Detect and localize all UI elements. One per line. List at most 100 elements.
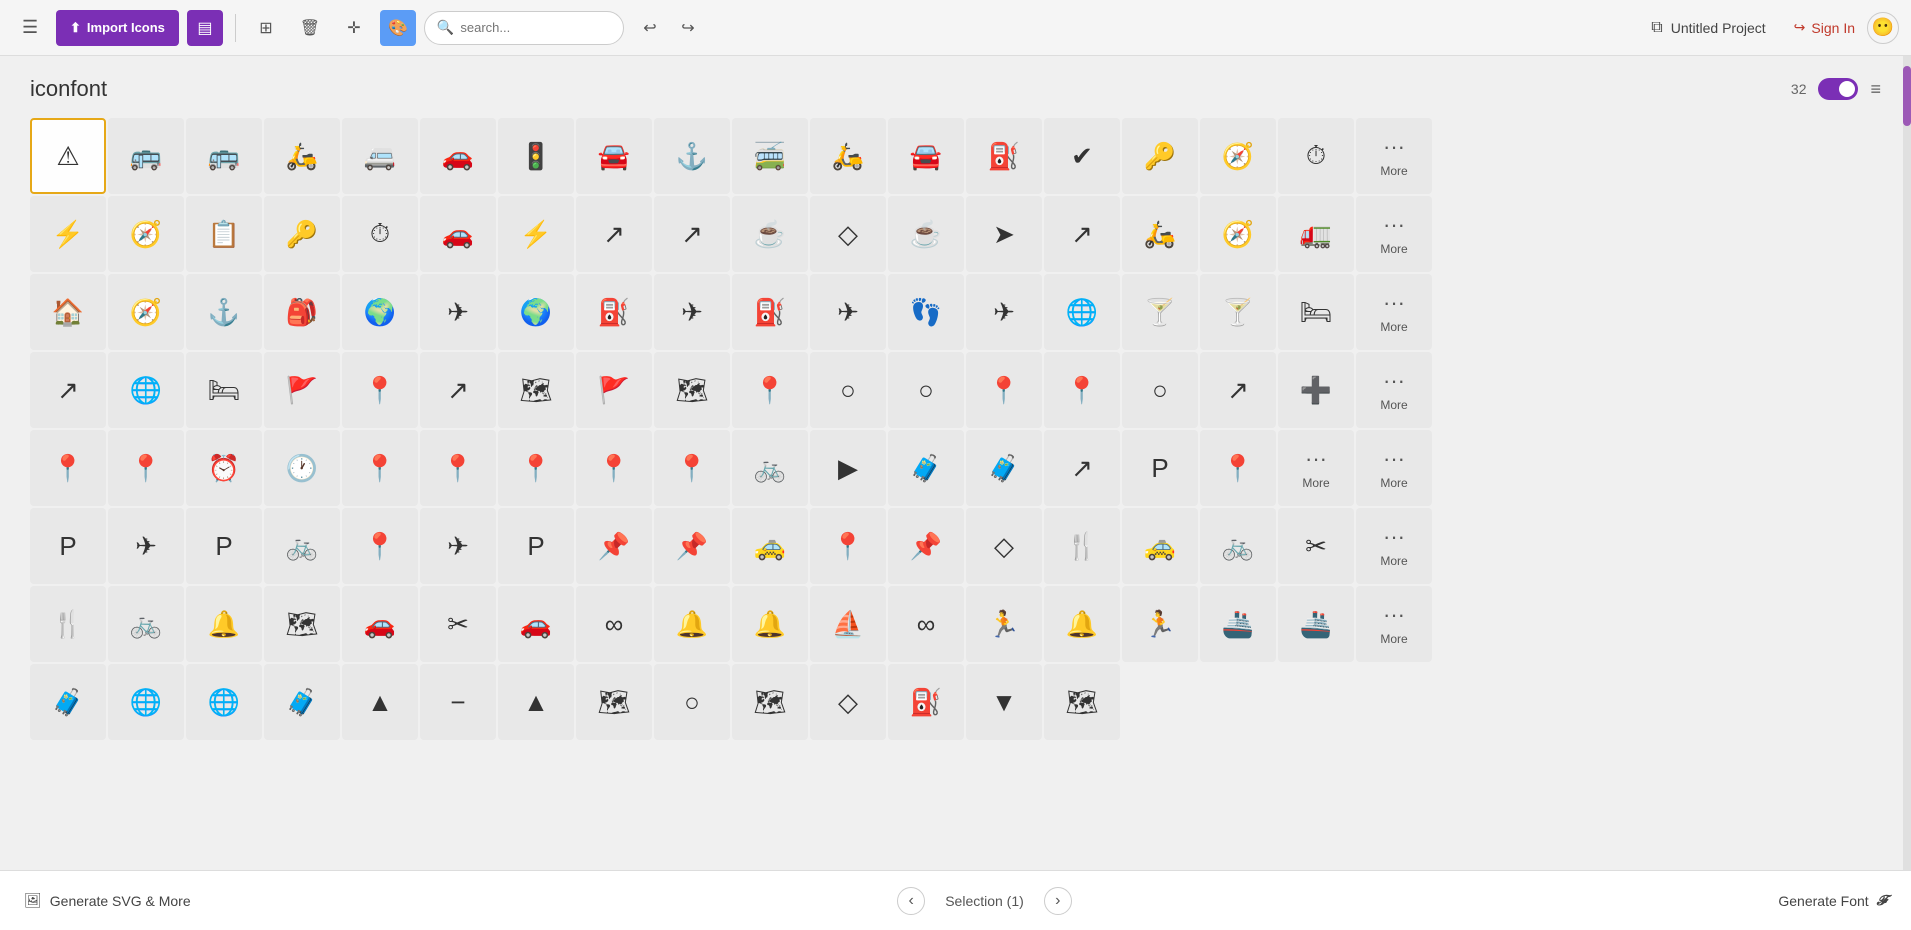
library-button[interactable]: ▤ [187, 10, 223, 46]
icon-cell[interactable]: 🚲 [264, 508, 340, 584]
icon-cell[interactable]: ∞ [576, 586, 652, 662]
icon-cell[interactable]: 🚩 [576, 352, 652, 428]
icon-cell[interactable]: 📍 [342, 508, 418, 584]
scrollbar[interactable] [1903, 56, 1911, 870]
project-name[interactable]: Untitled Project [1671, 20, 1766, 36]
icon-cell[interactable]: 🚘 [576, 118, 652, 194]
icon-cell[interactable]: 🧭 [1200, 118, 1276, 194]
icon-cell[interactable]: 📍 [30, 430, 106, 506]
icon-cell[interactable]: 🗺 [654, 352, 730, 428]
icon-cell[interactable]: 📍 [108, 430, 184, 506]
icon-cell[interactable]: 🔔 [654, 586, 730, 662]
next-arrow[interactable]: › [1044, 887, 1072, 915]
more-tile[interactable]: ··· More [1356, 430, 1432, 506]
icon-cell[interactable]: 🚦 [498, 118, 574, 194]
icon-cell[interactable]: 🛵 [1122, 196, 1198, 272]
icon-cell[interactable]: 🚲 [108, 586, 184, 662]
icon-cell[interactable]: ⛽ [732, 274, 808, 350]
icon-cell[interactable]: ↗ [1044, 196, 1120, 272]
icon-cell[interactable]: ↗ [30, 352, 106, 428]
icon-cell[interactable]: ✈ [108, 508, 184, 584]
icon-cell[interactable]: ⏱ [1278, 118, 1354, 194]
icon-cell[interactable]: ∞ [888, 586, 964, 662]
icon-cell[interactable]: 📍 [1200, 430, 1276, 506]
icon-cell[interactable]: 🗺 [732, 664, 808, 740]
icon-cell[interactable]: 📍 [342, 352, 418, 428]
icon-cell[interactable]: 🍸 [1200, 274, 1276, 350]
grid-menu-icon[interactable]: ≡ [1870, 79, 1881, 100]
signin-button[interactable]: ↪ Sign In [1794, 19, 1855, 36]
icon-cell[interactable]: ○ [654, 664, 730, 740]
icon-cell[interactable]: ⚡ [498, 196, 574, 272]
icon-cell[interactable]: 🧳 [30, 664, 106, 740]
icon-cell[interactable]: 🧳 [966, 430, 1042, 506]
icon-cell[interactable]: ▼ [966, 664, 1042, 740]
icon-cell[interactable]: 🌍 [342, 274, 418, 350]
more-tile[interactable]: ··· More [1356, 586, 1432, 662]
icon-cell[interactable]: ☕ [732, 196, 808, 272]
icon-cell[interactable]: 🚲 [1200, 508, 1276, 584]
icon-cell[interactable]: ○ [1122, 352, 1198, 428]
icon-cell[interactable]: 🍴 [30, 586, 106, 662]
icon-cell[interactable]: ✈ [420, 274, 496, 350]
icon-cell[interactable]: 🛏 [1278, 274, 1354, 350]
generate-svg-section[interactable]: 🖼 Generate SVG & More [0, 871, 215, 930]
redo-button[interactable]: ↪ [670, 10, 706, 46]
icon-cell[interactable]: ⏰ [186, 430, 262, 506]
icon-cell[interactable]: ✈ [654, 274, 730, 350]
undo-button[interactable]: ↩ [632, 10, 668, 46]
icon-cell[interactable]: 🌐 [1044, 274, 1120, 350]
move-button[interactable]: ✛ [336, 10, 372, 46]
icon-cell[interactable]: 🚘 [888, 118, 964, 194]
icon-cell[interactable]: 🧳 [264, 664, 340, 740]
icon-cell[interactable]: ✈ [420, 508, 496, 584]
icon-cell[interactable]: 🗺 [264, 586, 340, 662]
icon-cell[interactable]: 📍 [654, 430, 730, 506]
icon-cell[interactable]: 🗺 [1044, 664, 1120, 740]
icon-cell[interactable]: ▶ [810, 430, 886, 506]
icon-cell[interactable]: ○ [888, 352, 964, 428]
more-tile[interactable]: ··· More [1356, 196, 1432, 272]
icon-cell[interactable]: 📍 [420, 430, 496, 506]
prev-arrow[interactable]: ‹ [897, 887, 925, 915]
icon-cell[interactable]: 🛵 [264, 118, 340, 194]
icon-cell[interactable]: ⚠ [30, 118, 106, 194]
icon-cell[interactable]: 🚗 [420, 118, 496, 194]
more-tile[interactable]: ··· More [1356, 508, 1432, 584]
icon-cell[interactable]: 📌 [888, 508, 964, 584]
icon-cell[interactable]: 🏠 [30, 274, 106, 350]
icon-cell[interactable]: 🚌 [108, 118, 184, 194]
icon-cell[interactable]: P [498, 508, 574, 584]
icon-cell[interactable]: 🚛 [1278, 196, 1354, 272]
icon-cell[interactable]: ✔ [1044, 118, 1120, 194]
icon-cell[interactable]: 📍 [576, 430, 652, 506]
icon-cell[interactable]: ⚓ [186, 274, 262, 350]
icon-cell[interactable]: ↗ [576, 196, 652, 272]
icon-cell[interactable]: 🌐 [108, 352, 184, 428]
search-input[interactable] [460, 20, 611, 35]
icon-cell[interactable]: 🚢 [1278, 586, 1354, 662]
icon-cell[interactable]: ✈ [966, 274, 1042, 350]
menu-button[interactable]: ☰ [12, 10, 48, 46]
icon-cell[interactable]: 🚗 [420, 196, 496, 272]
import-icons-button[interactable]: ⬆ Import Icons [56, 10, 179, 46]
icon-cell[interactable]: ↗ [654, 196, 730, 272]
avatar[interactable]: 😶 [1867, 12, 1899, 44]
icon-cell[interactable]: ◇ [810, 196, 886, 272]
color-button[interactable]: 🎨 [380, 10, 416, 46]
icon-cell[interactable]: 🎒 [264, 274, 340, 350]
icon-cell[interactable]: 📍 [810, 508, 886, 584]
icon-cell[interactable]: 📍 [342, 430, 418, 506]
icon-cell[interactable]: ✈ [810, 274, 886, 350]
icon-cell[interactable]: 🔔 [1044, 586, 1120, 662]
icon-cell[interactable]: ○ [810, 352, 886, 428]
icon-cell[interactable]: ⚓ [654, 118, 730, 194]
icon-cell[interactable]: ↗ [1200, 352, 1276, 428]
icon-cell[interactable]: ⛽ [576, 274, 652, 350]
icon-cell[interactable]: 🚐 [342, 118, 418, 194]
icon-cell[interactable]: 🔔 [186, 586, 262, 662]
icon-cell[interactable]: ◇ [810, 664, 886, 740]
icon-cell[interactable]: ✂ [420, 586, 496, 662]
icon-cell[interactable]: ⚡ [30, 196, 106, 272]
icon-cell[interactable]: ⏱ [342, 196, 418, 272]
